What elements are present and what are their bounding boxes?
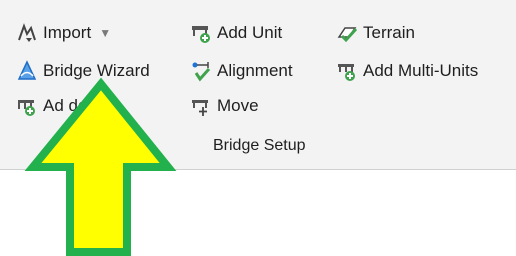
add-multi-units-icon — [336, 60, 358, 82]
alignment-label: Alignment — [217, 61, 293, 80]
alignment-button[interactable]: Alignment — [190, 58, 293, 84]
add-multi-units-button[interactable]: Add Multi-Units — [336, 58, 478, 84]
bridge-wizard-icon — [16, 60, 38, 82]
import-icon — [16, 22, 38, 44]
add-multi-units-label: Add Multi-Units — [363, 61, 479, 80]
add-unit-button[interactable]: Add Unit — [190, 20, 282, 46]
import-label: Import — [43, 23, 92, 42]
add-unit-label: Add Unit — [217, 23, 283, 42]
alignment-icon — [190, 60, 212, 82]
move-label: Move — [217, 96, 259, 115]
terrain-button[interactable]: Terrain — [336, 20, 415, 46]
bridge-wizard-button[interactable]: Bridge Wizard — [16, 58, 150, 84]
add-unit-icon — [190, 22, 212, 44]
import-button[interactable]: Import ▼ — [16, 20, 111, 46]
ribbon-divider — [0, 169, 516, 170]
move-button[interactable]: Move — [190, 93, 259, 119]
bridge-wizard-label: Bridge Wizard — [43, 61, 150, 80]
terrain-icon — [336, 22, 358, 44]
add-bridge-button[interactable]: Ad dge — [16, 93, 97, 119]
chevron-down-icon[interactable]: ▼ — [99, 26, 111, 40]
terrain-label: Terrain — [363, 23, 415, 42]
ribbon-panel: Import ▼ Bridge Wizard Ad dge Add Unit A… — [0, 0, 516, 170]
add-bridge-label: Ad dge — [43, 96, 97, 115]
move-icon — [190, 95, 212, 117]
ribbon-group-label: Bridge Setup — [213, 137, 306, 154]
add-bridge-icon — [16, 95, 38, 117]
